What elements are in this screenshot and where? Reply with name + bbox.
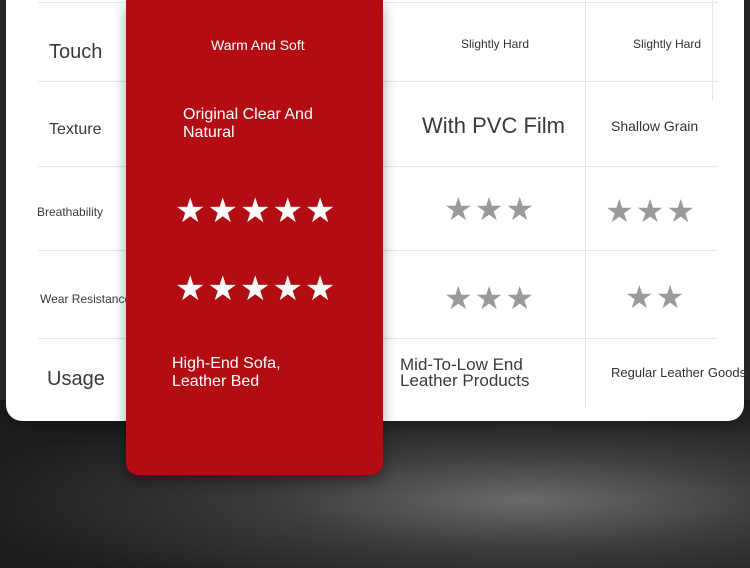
column-divider: [712, 0, 713, 100]
row-label-breathability: Breathability: [37, 205, 104, 219]
column-divider: [585, 0, 586, 408]
touch-value-highlight: Warm And Soft: [211, 37, 305, 53]
usage-value-highlight: High-End Sofa, Leather Bed: [172, 355, 281, 390]
texture-value-col2: With PVC Film: [422, 113, 565, 138]
highlight-column: Warm And Soft Original Clear And Natural…: [126, 0, 383, 475]
wear-stars-col3: ★★: [625, 279, 687, 315]
texture-value-highlight: Original Clear And Natural: [183, 106, 313, 141]
row-label-touch: Touch: [49, 41, 103, 63]
row-label-texture: Texture: [49, 121, 102, 138]
wear-stars-col2: ★★★: [444, 280, 537, 316]
touch-value-col2: Slightly Hard: [461, 37, 530, 51]
texture-value-col3: Shallow Grain: [611, 118, 699, 134]
breathability-stars-col2: ★★★: [444, 191, 537, 227]
usage-value-col3: Regular Leather Goods: [611, 365, 746, 380]
row-label-wear-resistance: Wear Resistance: [40, 292, 132, 306]
wear-stars-highlight: ★★★★★: [175, 270, 338, 308]
row-label-usage: Usage: [47, 368, 105, 390]
touch-value-col3: Slightly Hard: [633, 37, 702, 51]
usage-value-col2: Mid-To-Low End Leather Products: [400, 355, 530, 390]
breathability-stars-col3: ★★★: [605, 193, 698, 229]
breathability-stars-highlight: ★★★★★: [175, 192, 338, 230]
